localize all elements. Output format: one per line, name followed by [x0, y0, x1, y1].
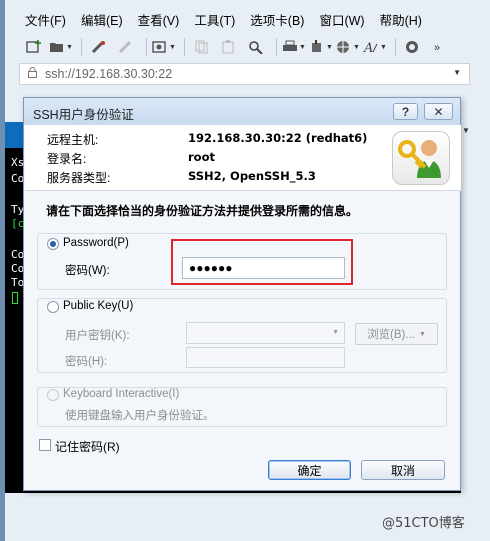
- remember-password-checkbox[interactable]: [39, 439, 51, 451]
- dialog-title: SSH用户身份验证: [33, 108, 134, 122]
- open-folder-icon[interactable]: ▼: [49, 36, 73, 58]
- close-button[interactable]: ✕: [424, 103, 453, 120]
- user-label: 登录名:: [47, 152, 87, 166]
- chevron-down-icon: ▼: [418, 330, 426, 338]
- menu-help[interactable]: 帮助(H): [380, 10, 422, 29]
- user-key-label: 用户密钥(K):: [65, 330, 130, 342]
- connect-icon[interactable]: [87, 36, 111, 58]
- dialog-titlebar[interactable]: SSH用户身份验证 ? ✕: [24, 98, 460, 125]
- chevron-down-icon[interactable]: ▼: [453, 68, 461, 77]
- server-type-label: 服务器类型:: [47, 171, 111, 185]
- menu-view[interactable]: 查看(V): [138, 10, 180, 29]
- toolbar: ▼ ▼ ▼ ▼ ▼ A ▼ »: [5, 34, 490, 60]
- menu-file[interactable]: 文件(F): [25, 10, 66, 29]
- paste-icon[interactable]: [217, 36, 241, 58]
- ok-button[interactable]: 确定: [268, 460, 351, 480]
- session-tab[interactable]: [5, 122, 25, 148]
- globe-icon[interactable]: ▼: [336, 36, 360, 58]
- ssh-auth-dialog: SSH用户身份验证 ? ✕ 远程主机: 192.168.30.30:22 (re…: [23, 97, 461, 491]
- help-button[interactable]: ?: [393, 103, 418, 120]
- host-label: 远程主机:: [47, 133, 99, 147]
- disconnect-icon[interactable]: [114, 36, 138, 58]
- menu-bar: 文件(F) 编辑(E) 查看(V) 工具(T) 选项卡(B) 窗口(W) 帮助(…: [5, 6, 490, 32]
- new-session-icon[interactable]: [22, 36, 46, 58]
- highlight-box: [171, 239, 353, 285]
- script-icon[interactable]: [401, 36, 425, 58]
- keyboard-interactive-radio[interactable]: [47, 389, 59, 401]
- connection-info: 远程主机: 192.168.30.30:22 (redhat6) 登录名: ro…: [25, 125, 461, 191]
- find-icon[interactable]: [244, 36, 268, 58]
- terminal-cursor: [12, 292, 18, 304]
- menu-tools[interactable]: 工具(T): [194, 10, 235, 29]
- toolbar-separator: [184, 38, 185, 56]
- copy-icon[interactable]: [190, 36, 214, 58]
- properties-icon[interactable]: ▼: [152, 36, 176, 58]
- cancel-button[interactable]: 取消: [361, 460, 445, 480]
- address-bar[interactable]: ssh://192.168.30.30:22 ▼: [19, 63, 470, 85]
- keyboard-interactive-hint: 使用键盘输入用户身份验证。: [65, 410, 215, 422]
- toolbar-separator: [395, 38, 396, 56]
- public-key-radio-label: Public Key(U): [63, 300, 134, 312]
- password-radio-label: Password(P): [63, 237, 129, 249]
- toolbar-separator: [276, 38, 277, 56]
- password-field-label: 密码(W):: [65, 265, 110, 277]
- lock-icon: [28, 67, 37, 81]
- toolbar-separator: [146, 38, 147, 56]
- menu-window[interactable]: 窗口(W): [319, 10, 364, 29]
- remember-password-label: 记住密码(R): [55, 440, 120, 454]
- watermark: @51CTO博客: [382, 516, 465, 531]
- public-key-radio[interactable]: [47, 301, 59, 313]
- address-text: ssh://192.168.30.30:22: [45, 67, 173, 81]
- svg-text:»: »: [434, 42, 440, 54]
- transfer-icon[interactable]: ▼: [309, 36, 333, 58]
- key-user-icon: [392, 131, 450, 185]
- user-key-select[interactable]: ▼: [186, 322, 345, 344]
- password-radio[interactable]: [47, 238, 59, 250]
- host-value: 192.168.30.30:22 (redhat6): [188, 131, 368, 145]
- instruction-text: 请在下面选择恰当的身份验证方法并提供登录所需的信息。: [46, 204, 359, 218]
- passphrase-label: 密码(H):: [65, 356, 108, 368]
- toolbar-separator: [81, 38, 82, 56]
- browse-button[interactable]: 浏览(B)... ▼: [355, 323, 438, 345]
- keyboard-interactive-label: Keyboard Interactive(I): [63, 388, 180, 400]
- font-icon[interactable]: A ▼: [363, 36, 387, 58]
- user-value: root: [188, 150, 215, 164]
- chevron-down-icon: ▼: [332, 329, 339, 336]
- svg-text:A: A: [363, 41, 373, 54]
- print-icon[interactable]: ▼: [282, 36, 306, 58]
- menu-tabs[interactable]: 选项卡(B): [250, 10, 304, 29]
- server-type-value: SSH2, OpenSSH_5.3: [188, 169, 316, 183]
- passphrase-input[interactable]: [186, 347, 345, 368]
- browse-button-label: 浏览(B)...: [367, 329, 415, 341]
- tab-list-chevron-icon[interactable]: ▼: [462, 126, 470, 135]
- more-icon[interactable]: »: [428, 36, 452, 58]
- menu-edit[interactable]: 编辑(E): [81, 10, 123, 29]
